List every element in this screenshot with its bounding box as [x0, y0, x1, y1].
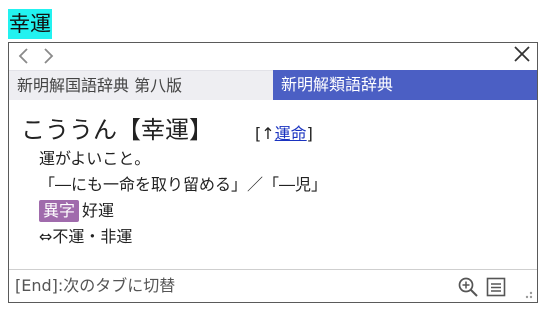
entry-content: こううん【幸運】 [↑運命] 運がよいこと。 「―にも一命を取り留める」／「―児…	[9, 100, 537, 268]
antonym: ⇔不運・非運	[39, 227, 133, 246]
headword-line: こううん【幸運】 [↑運命]	[21, 108, 525, 146]
definition: 運がよいこと。	[39, 149, 151, 168]
zoom-in-icon	[458, 277, 478, 297]
dictionary-tabs: 新明解国語辞典 第八版 新明解類語辞典	[9, 70, 537, 100]
resize-grip-icon	[525, 291, 533, 299]
variant-line: 異字 好運	[21, 198, 525, 224]
menu-button[interactable]	[485, 276, 507, 298]
forward-button[interactable]	[39, 46, 57, 66]
xref-link-unmei[interactable]: 運命	[275, 124, 307, 143]
tab-switch-hint: [End]:次のタブに切替	[15, 276, 176, 295]
close-icon	[514, 46, 530, 62]
chevron-right-icon	[44, 48, 54, 64]
selected-word-highlight: 幸運	[8, 9, 52, 39]
variant-word: 好運	[82, 201, 115, 220]
headword: こううん【幸運】	[21, 116, 213, 144]
usage-example: 「―にも一命を取り留める」／「―児」	[39, 175, 328, 194]
status-bar: [End]:次のタブに切替	[9, 269, 537, 302]
variant-badge: 異字	[39, 200, 80, 222]
zoom-button[interactable]	[457, 276, 479, 298]
chevron-left-icon	[18, 48, 28, 64]
dictionary-popup: 新明解国語辞典 第八版 新明解類語辞典 こううん【幸運】 [↑運命] 運がよいこ…	[8, 42, 538, 303]
tab-shinmeikai-kokugo[interactable]: 新明解国語辞典 第八版	[9, 70, 273, 100]
popup-nav-bar	[9, 43, 537, 70]
tab-shinmeikai-ruigo[interactable]: 新明解類語辞典	[273, 70, 537, 100]
xref-prefix: [↑	[255, 124, 275, 143]
back-button[interactable]	[15, 46, 33, 66]
list-icon	[486, 277, 506, 297]
cross-reference: [↑運命]	[255, 120, 313, 144]
xref-suffix: ]	[306, 124, 313, 143]
close-button[interactable]	[511, 44, 533, 68]
resize-grip[interactable]	[521, 286, 533, 299]
